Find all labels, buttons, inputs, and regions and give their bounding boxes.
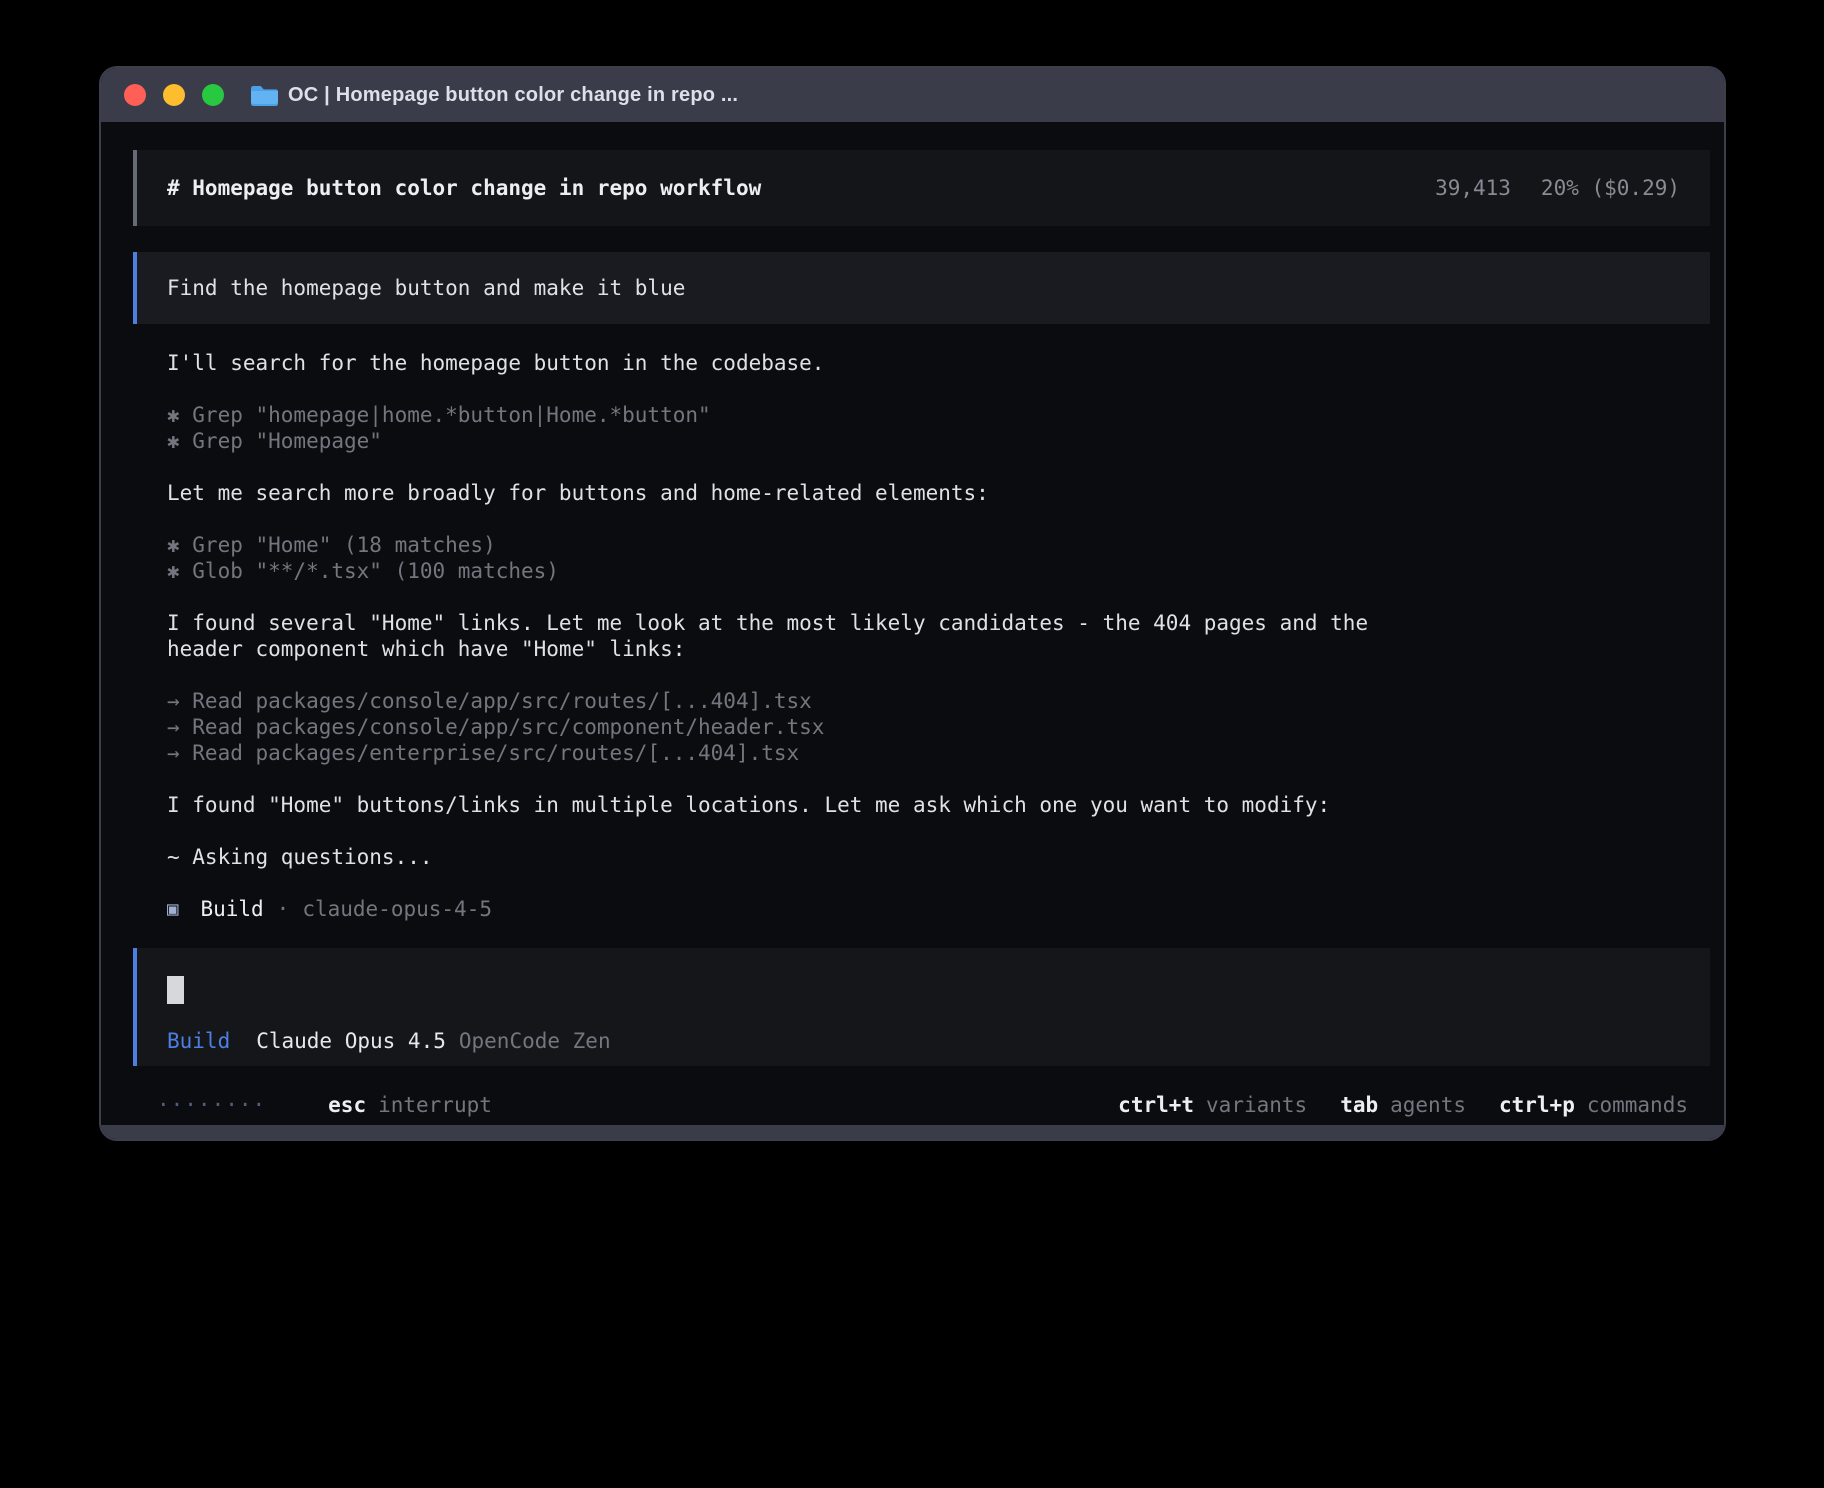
tool-call-read-2: → Read packages/console/app/src/componen… — [167, 714, 1710, 740]
tool-call-grep-2: ✱ Grep "Homepage" — [167, 428, 1710, 454]
folder-icon — [250, 84, 278, 106]
tool-call-grep-home: ✱ Grep "Home" (18 matches) — [167, 532, 1710, 558]
assistant-message-ask: I found "Home" buttons/links in multiple… — [167, 792, 1407, 818]
context-usage: 20% ($0.29) — [1541, 175, 1680, 201]
tool-call-group-grep: ✱ Grep "homepage|home.*button|Home.*butt… — [167, 402, 1710, 454]
agent-model: claude-opus-4-5 — [302, 896, 492, 922]
hint-key-esc: esc — [328, 1092, 366, 1118]
window-bottom-chrome — [101, 1125, 1724, 1139]
status-bar: ········ esc interrupt ctrl+t variants t… — [133, 1092, 1710, 1125]
user-message: Find the homepage button and make it blu… — [133, 252, 1710, 324]
window-titlebar[interactable]: OC | Homepage button color change in rep… — [101, 68, 1724, 122]
hint-label-variants: variants — [1206, 1092, 1307, 1118]
tool-call-read-3: → Read packages/enterprise/src/routes/[.… — [167, 740, 1710, 766]
model-label[interactable]: Claude Opus 4.5 — [256, 1028, 446, 1054]
assistant-message-intro: I'll search for the homepage button in t… — [167, 350, 1407, 376]
user-message-text: Find the homepage button and make it blu… — [167, 276, 685, 300]
agent-name: Build — [200, 896, 263, 922]
hint-key-ctrl-p: ctrl+p — [1499, 1092, 1575, 1118]
hint-key-ctrl-t: ctrl+t — [1118, 1092, 1194, 1118]
agent-separator: · — [277, 896, 290, 922]
fullscreen-button[interactable] — [202, 84, 224, 106]
right-hints: ctrl+t variants tab agents ctrl+p comman… — [1118, 1092, 1688, 1118]
minimize-button[interactable] — [163, 84, 185, 106]
hint-agents: tab agents — [1340, 1092, 1466, 1118]
hint-variants: ctrl+t variants — [1118, 1092, 1307, 1118]
assistant-message-broad-search: Let me search more broadly for buttons a… — [167, 480, 1407, 506]
token-count: 39,413 — [1435, 175, 1511, 201]
hint-commands: ctrl+p commands — [1499, 1092, 1688, 1118]
session-title: # Homepage button color change in repo w… — [167, 175, 761, 201]
text-cursor[interactable] — [167, 976, 184, 1004]
window-title: OC | Homepage button color change in rep… — [288, 84, 738, 107]
tool-call-grep-1: ✱ Grep "homepage|home.*button|Home.*butt… — [167, 402, 1710, 428]
hint-label-agents: agents — [1390, 1092, 1466, 1118]
tool-call-group-read: → Read packages/console/app/src/routes/[… — [167, 688, 1710, 766]
hint-key-tab: tab — [1340, 1092, 1378, 1118]
hint-label-interrupt: interrupt — [378, 1092, 492, 1118]
input-meta: Build Claude Opus 4.5 OpenCode Zen — [167, 1028, 1680, 1054]
agent-square-icon: ▣ — [167, 896, 178, 922]
session-stats: 39,413 20% ($0.29) — [1435, 175, 1680, 201]
session-header: # Homepage button color change in repo w… — [133, 150, 1710, 226]
tool-call-group-broad: ✱ Grep "Home" (18 matches) ✱ Glob "**/*.… — [167, 532, 1710, 584]
traffic-lights — [124, 84, 224, 106]
close-button[interactable] — [124, 84, 146, 106]
provider-label: OpenCode Zen — [459, 1028, 611, 1054]
terminal-window: OC | Homepage button color change in rep… — [99, 66, 1726, 1141]
tool-call-read-1: → Read packages/console/app/src/routes/[… — [167, 688, 1710, 714]
asking-questions-status: ~ Asking questions... — [167, 844, 1710, 870]
desktop-background: OC | Homepage button color change in rep… — [0, 0, 1824, 1488]
terminal-body: # Homepage button color change in repo w… — [101, 122, 1724, 1125]
assistant-message-candidates: I found several "Home" links. Let me loo… — [167, 610, 1407, 662]
hint-label-commands: commands — [1587, 1092, 1688, 1118]
prompt-input[interactable]: Build Claude Opus 4.5 OpenCode Zen — [133, 948, 1710, 1066]
agent-indicator: ▣ Build · claude-opus-4-5 — [167, 896, 1710, 922]
spinner-dots: ········ — [157, 1092, 266, 1118]
hint-interrupt: esc interrupt — [328, 1092, 492, 1118]
tool-call-glob-tsx: ✱ Glob "**/*.tsx" (100 matches) — [167, 558, 1710, 584]
mode-label[interactable]: Build — [167, 1028, 230, 1054]
